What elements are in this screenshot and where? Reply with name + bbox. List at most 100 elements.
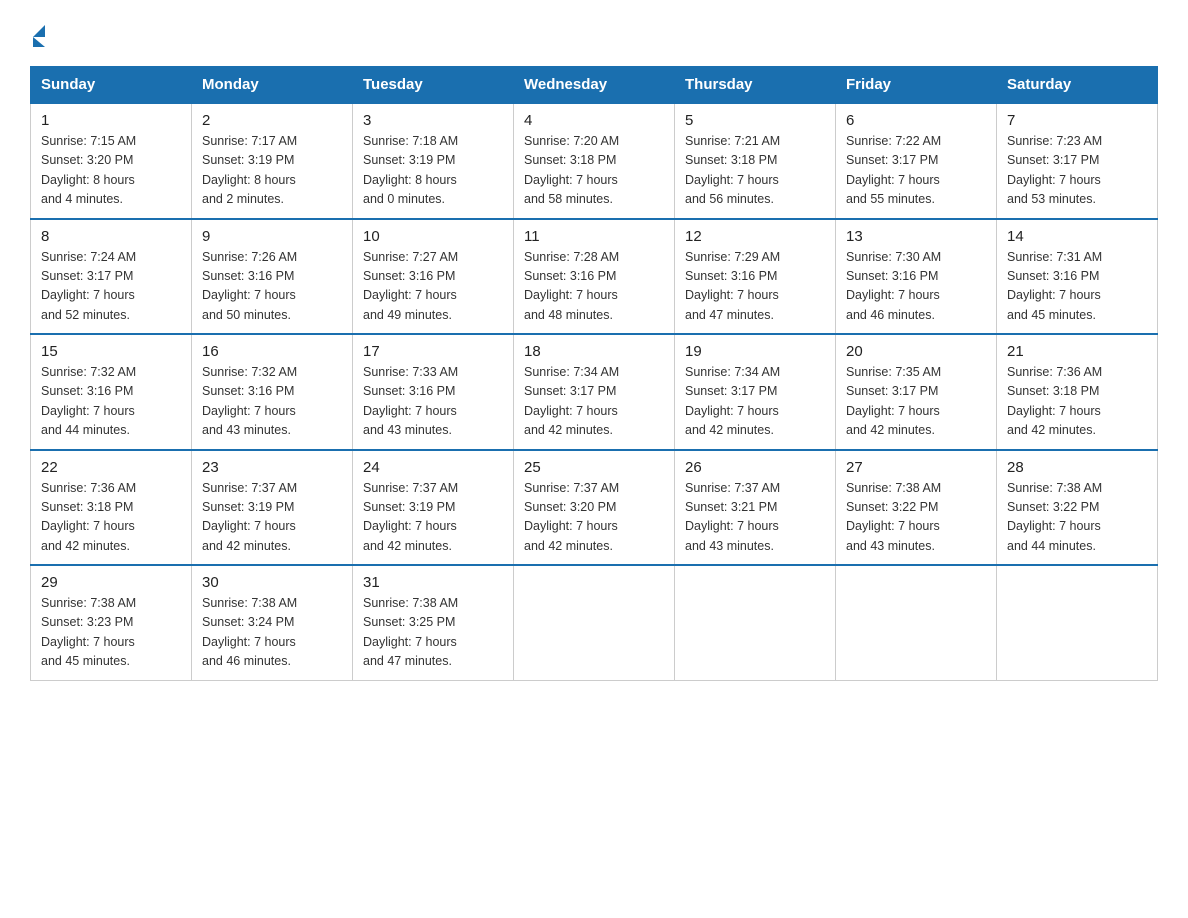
table-row: 25 Sunrise: 7:37 AMSunset: 3:20 PMDayligh… bbox=[514, 450, 675, 566]
table-row: 3 Sunrise: 7:18 AMSunset: 3:19 PMDaylight… bbox=[353, 103, 514, 219]
day-number: 24 bbox=[363, 459, 503, 476]
table-row: 17 Sunrise: 7:33 AMSunset: 3:16 PMDayligh… bbox=[353, 334, 514, 450]
table-row: 18 Sunrise: 7:34 AMSunset: 3:17 PMDayligh… bbox=[514, 334, 675, 450]
day-number: 5 bbox=[685, 112, 825, 129]
day-number: 7 bbox=[1007, 112, 1147, 129]
table-row: 19Sunrise: 7:34 AMSunset: 3:17 PMDayligh… bbox=[675, 334, 836, 450]
day-number: 1 bbox=[41, 112, 181, 129]
calendar-week-row: 1 Sunrise: 7:15 AMSunset: 3:20 PMDaylight… bbox=[31, 103, 1158, 219]
day-number: 28 bbox=[1007, 459, 1147, 476]
table-row bbox=[836, 565, 997, 680]
day-info: Sunrise: 7:38 AMSunset: 3:25 PMDaylight:… bbox=[363, 594, 503, 672]
calendar-week-row: 15 Sunrise: 7:32 AMSunset: 3:16 PMDayligh… bbox=[31, 334, 1158, 450]
day-number: 23 bbox=[202, 459, 342, 476]
table-row: 13Sunrise: 7:30 AMSunset: 3:16 PMDayligh… bbox=[836, 219, 997, 335]
day-info: Sunrise: 7:27 AMSunset: 3:16 PMDaylight:… bbox=[363, 248, 503, 326]
day-info: Sunrise: 7:36 AMSunset: 3:18 PMDaylight:… bbox=[41, 479, 181, 557]
day-info: Sunrise: 7:17 AMSunset: 3:19 PMDaylight:… bbox=[202, 132, 342, 210]
calendar-header-row: Sunday Monday Tuesday Wednesday Thursday… bbox=[31, 67, 1158, 104]
table-row: 12Sunrise: 7:29 AMSunset: 3:16 PMDayligh… bbox=[675, 219, 836, 335]
table-row: 7Sunrise: 7:23 AMSunset: 3:17 PMDaylight… bbox=[997, 103, 1158, 219]
day-info: Sunrise: 7:18 AMSunset: 3:19 PMDaylight:… bbox=[363, 132, 503, 210]
table-row: 31 Sunrise: 7:38 AMSunset: 3:25 PMDayligh… bbox=[353, 565, 514, 680]
day-number: 4 bbox=[524, 112, 664, 129]
day-number: 17 bbox=[363, 343, 503, 360]
calendar-week-row: 8Sunrise: 7:24 AMSunset: 3:17 PMDaylight… bbox=[31, 219, 1158, 335]
table-row: 1 Sunrise: 7:15 AMSunset: 3:20 PMDaylight… bbox=[31, 103, 192, 219]
table-row: 5 Sunrise: 7:21 AMSunset: 3:18 PMDaylight… bbox=[675, 103, 836, 219]
day-number: 31 bbox=[363, 574, 503, 591]
day-number: 25 bbox=[524, 459, 664, 476]
day-number: 29 bbox=[41, 574, 181, 591]
day-info: Sunrise: 7:26 AMSunset: 3:16 PMDaylight:… bbox=[202, 248, 342, 326]
day-number: 16 bbox=[202, 343, 342, 360]
col-tuesday: Tuesday bbox=[353, 67, 514, 104]
table-row: 10 Sunrise: 7:27 AMSunset: 3:16 PMDayligh… bbox=[353, 219, 514, 335]
day-info: Sunrise: 7:22 AMSunset: 3:17 PMDaylight:… bbox=[846, 132, 986, 210]
day-info: Sunrise: 7:20 AMSunset: 3:18 PMDaylight:… bbox=[524, 132, 664, 210]
table-row: 26Sunrise: 7:37 AMSunset: 3:21 PMDayligh… bbox=[675, 450, 836, 566]
day-info: Sunrise: 7:37 AMSunset: 3:19 PMDaylight:… bbox=[202, 479, 342, 557]
table-row: 6 Sunrise: 7:22 AMSunset: 3:17 PMDaylight… bbox=[836, 103, 997, 219]
day-info: Sunrise: 7:37 AMSunset: 3:19 PMDaylight:… bbox=[363, 479, 503, 557]
table-row bbox=[514, 565, 675, 680]
table-row: 21 Sunrise: 7:36 AMSunset: 3:18 PMDayligh… bbox=[997, 334, 1158, 450]
day-info: Sunrise: 7:31 AMSunset: 3:16 PMDaylight:… bbox=[1007, 248, 1147, 326]
day-info: Sunrise: 7:37 AMSunset: 3:21 PMDaylight:… bbox=[685, 479, 825, 557]
day-number: 2 bbox=[202, 112, 342, 129]
table-row: 8Sunrise: 7:24 AMSunset: 3:17 PMDaylight… bbox=[31, 219, 192, 335]
day-number: 30 bbox=[202, 574, 342, 591]
calendar-table: Sunday Monday Tuesday Wednesday Thursday… bbox=[30, 66, 1158, 681]
day-number: 9 bbox=[202, 228, 342, 245]
calendar-week-row: 22 Sunrise: 7:36 AMSunset: 3:18 PMDayligh… bbox=[31, 450, 1158, 566]
day-info: Sunrise: 7:28 AMSunset: 3:16 PMDaylight:… bbox=[524, 248, 664, 326]
table-row: 27 Sunrise: 7:38 AMSunset: 3:22 PMDayligh… bbox=[836, 450, 997, 566]
table-row: 22 Sunrise: 7:36 AMSunset: 3:18 PMDayligh… bbox=[31, 450, 192, 566]
table-row: 9 Sunrise: 7:26 AMSunset: 3:16 PMDaylight… bbox=[192, 219, 353, 335]
day-info: Sunrise: 7:36 AMSunset: 3:18 PMDaylight:… bbox=[1007, 363, 1147, 441]
day-number: 15 bbox=[41, 343, 181, 360]
logo-flag-icon bbox=[33, 25, 45, 47]
table-row: 28Sunrise: 7:38 AMSunset: 3:22 PMDayligh… bbox=[997, 450, 1158, 566]
table-row: 2 Sunrise: 7:17 AMSunset: 3:19 PMDaylight… bbox=[192, 103, 353, 219]
day-number: 11 bbox=[524, 228, 664, 245]
table-row bbox=[997, 565, 1158, 680]
table-row: 4 Sunrise: 7:20 AMSunset: 3:18 PMDaylight… bbox=[514, 103, 675, 219]
day-number: 14 bbox=[1007, 228, 1147, 245]
table-row bbox=[675, 565, 836, 680]
day-info: Sunrise: 7:38 AMSunset: 3:24 PMDaylight:… bbox=[202, 594, 342, 672]
day-number: 20 bbox=[846, 343, 986, 360]
calendar-week-row: 29Sunrise: 7:38 AMSunset: 3:23 PMDayligh… bbox=[31, 565, 1158, 680]
col-wednesday: Wednesday bbox=[514, 67, 675, 104]
logo bbox=[30, 20, 45, 48]
day-number: 18 bbox=[524, 343, 664, 360]
day-info: Sunrise: 7:30 AMSunset: 3:16 PMDaylight:… bbox=[846, 248, 986, 326]
day-info: Sunrise: 7:15 AMSunset: 3:20 PMDaylight:… bbox=[41, 132, 181, 210]
day-info: Sunrise: 7:32 AMSunset: 3:16 PMDaylight:… bbox=[202, 363, 342, 441]
day-number: 6 bbox=[846, 112, 986, 129]
page-header bbox=[30, 20, 1158, 48]
table-row: 29Sunrise: 7:38 AMSunset: 3:23 PMDayligh… bbox=[31, 565, 192, 680]
day-number: 21 bbox=[1007, 343, 1147, 360]
day-number: 27 bbox=[846, 459, 986, 476]
day-info: Sunrise: 7:35 AMSunset: 3:17 PMDaylight:… bbox=[846, 363, 986, 441]
table-row: 24 Sunrise: 7:37 AMSunset: 3:19 PMDayligh… bbox=[353, 450, 514, 566]
table-row: 14 Sunrise: 7:31 AMSunset: 3:16 PMDayligh… bbox=[997, 219, 1158, 335]
day-number: 10 bbox=[363, 228, 503, 245]
day-info: Sunrise: 7:38 AMSunset: 3:22 PMDaylight:… bbox=[846, 479, 986, 557]
table-row: 11 Sunrise: 7:28 AMSunset: 3:16 PMDayligh… bbox=[514, 219, 675, 335]
col-friday: Friday bbox=[836, 67, 997, 104]
table-row: 16 Sunrise: 7:32 AMSunset: 3:16 PMDayligh… bbox=[192, 334, 353, 450]
col-sunday: Sunday bbox=[31, 67, 192, 104]
table-row: 30 Sunrise: 7:38 AMSunset: 3:24 PMDayligh… bbox=[192, 565, 353, 680]
table-row: 23 Sunrise: 7:37 AMSunset: 3:19 PMDayligh… bbox=[192, 450, 353, 566]
day-number: 3 bbox=[363, 112, 503, 129]
day-info: Sunrise: 7:33 AMSunset: 3:16 PMDaylight:… bbox=[363, 363, 503, 441]
day-info: Sunrise: 7:21 AMSunset: 3:18 PMDaylight:… bbox=[685, 132, 825, 210]
day-info: Sunrise: 7:34 AMSunset: 3:17 PMDaylight:… bbox=[524, 363, 664, 441]
day-number: 8 bbox=[41, 228, 181, 245]
day-number: 22 bbox=[41, 459, 181, 476]
col-thursday: Thursday bbox=[675, 67, 836, 104]
day-info: Sunrise: 7:37 AMSunset: 3:20 PMDaylight:… bbox=[524, 479, 664, 557]
day-info: Sunrise: 7:32 AMSunset: 3:16 PMDaylight:… bbox=[41, 363, 181, 441]
